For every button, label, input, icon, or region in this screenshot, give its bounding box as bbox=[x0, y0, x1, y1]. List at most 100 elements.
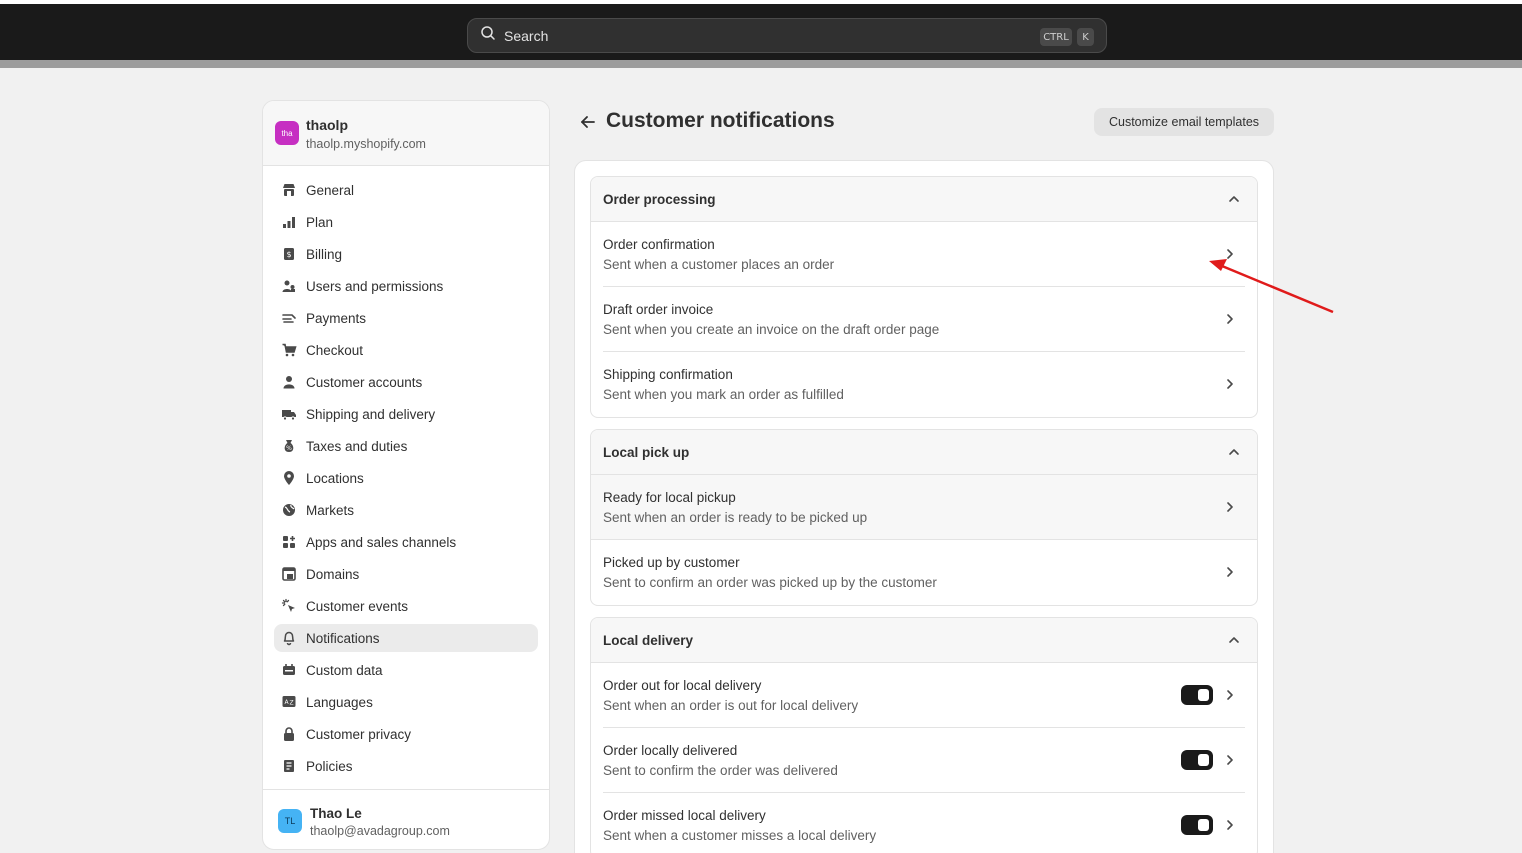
search-placeholder: Search bbox=[504, 27, 549, 44]
user-name: Thao Le bbox=[310, 806, 362, 821]
person-icon bbox=[281, 374, 297, 390]
sidebar-item-customer-events[interactable]: Customer events bbox=[274, 592, 538, 620]
notification-description: Sent when a customer misses a local deli… bbox=[603, 828, 877, 843]
sidebar-item-label: Customer privacy bbox=[306, 726, 412, 742]
sidebar-item-shipping-and-delivery[interactable]: Shipping and delivery bbox=[274, 400, 538, 428]
sidebar-item-checkout[interactable]: Checkout bbox=[274, 336, 538, 364]
notification-title: Shipping confirmation bbox=[603, 367, 733, 382]
notification-row-draft-order-invoice[interactable]: Draft order invoice Sent when you create … bbox=[603, 287, 1245, 352]
notification-description: Sent when an order is out for local deli… bbox=[603, 698, 859, 713]
chevron-right-icon[interactable] bbox=[1223, 312, 1237, 326]
sidebar-item-languages[interactable]: A Z Languages bbox=[274, 688, 538, 716]
notification-toggle[interactable] bbox=[1181, 750, 1213, 770]
group-title: Order processing bbox=[603, 192, 716, 207]
chevron-up-icon[interactable] bbox=[1227, 192, 1241, 206]
sidebar-item-label: Customer accounts bbox=[306, 374, 423, 390]
shortcut-k-key: K bbox=[1077, 28, 1094, 46]
svg-text:%: % bbox=[286, 445, 292, 452]
sidebar-item-billing[interactable]: $ Billing bbox=[274, 240, 538, 268]
sidebar-item-markets[interactable]: Markets bbox=[274, 496, 538, 524]
sidebar-item-plan[interactable]: Plan bbox=[274, 208, 538, 236]
chevron-right-icon[interactable] bbox=[1223, 247, 1237, 261]
notification-title: Order confirmation bbox=[603, 237, 715, 252]
custom-data-icon bbox=[281, 662, 297, 678]
sidebar-item-label: Customer events bbox=[306, 598, 409, 614]
sidebar-item-locations[interactable]: Locations bbox=[274, 464, 538, 492]
notification-description: Sent to confirm an order was picked up b… bbox=[603, 575, 937, 590]
bell-icon bbox=[281, 630, 297, 646]
domains-icon bbox=[281, 566, 297, 582]
apps-icon bbox=[281, 534, 297, 550]
sidebar-item-label: Billing bbox=[306, 246, 343, 262]
store-logo: tha bbox=[275, 121, 299, 145]
notification-row-order-out-for-local-delivery[interactable]: Order out for local delivery Sent when an… bbox=[603, 663, 1245, 728]
group-header[interactable]: Local pick up bbox=[591, 430, 1257, 475]
notification-title: Ready for local pickup bbox=[603, 490, 736, 505]
sidebar-item-taxes-and-duties[interactable]: % Taxes and duties bbox=[274, 432, 538, 460]
chevron-right-icon[interactable] bbox=[1223, 818, 1237, 832]
sidebar-item-policies[interactable]: Policies bbox=[274, 752, 538, 780]
notification-row-order-missed-local-delivery[interactable]: Order missed local delivery Sent when a c… bbox=[603, 793, 1245, 853]
group-header[interactable]: Order processing bbox=[591, 177, 1257, 222]
avatar: TL bbox=[278, 809, 302, 833]
notification-row-order-confirmation[interactable]: Order confirmation Sent when a customer p… bbox=[603, 222, 1245, 287]
chevron-right-icon[interactable] bbox=[1223, 753, 1237, 767]
payments-icon bbox=[281, 310, 297, 326]
notification-toggle[interactable] bbox=[1181, 815, 1213, 835]
top-bar: Search CTRL K bbox=[0, 4, 1522, 60]
tax-icon: % bbox=[281, 438, 297, 454]
chevron-right-icon[interactable] bbox=[1223, 688, 1237, 702]
back-arrow-icon[interactable] bbox=[578, 112, 598, 132]
cart-icon bbox=[281, 342, 297, 358]
notification-description: Sent when you create an invoice on the d… bbox=[603, 322, 940, 337]
sidebar-item-label: Custom data bbox=[306, 662, 383, 678]
sidebar-item-label: Checkout bbox=[306, 342, 364, 358]
sidebar-item-customer-accounts[interactable]: Customer accounts bbox=[274, 368, 538, 396]
search-input[interactable]: Search CTRL K bbox=[467, 18, 1107, 53]
notification-title: Order locally delivered bbox=[603, 743, 738, 758]
sidebar-item-label: Policies bbox=[306, 758, 353, 774]
sidebar-item-label: Plan bbox=[306, 214, 334, 230]
chevron-right-icon[interactable] bbox=[1223, 377, 1237, 391]
notification-row-ready-for-local-pickup[interactable]: Ready for local pickup Sent when an order… bbox=[591, 475, 1257, 540]
group-order-processing: Order processing Order confirmation Sent w… bbox=[590, 176, 1258, 418]
cursor-click-icon bbox=[281, 598, 297, 614]
location-pin-icon bbox=[281, 470, 297, 486]
chevron-up-icon[interactable] bbox=[1227, 445, 1241, 459]
sidebar-item-label: Payments bbox=[306, 310, 367, 326]
sidebar-item-apps-and-sales-channels[interactable]: Apps and sales channels bbox=[274, 528, 538, 556]
notification-row-order-locally-delivered[interactable]: Order locally delivered Sent to confirm t… bbox=[603, 728, 1245, 793]
store-header[interactable]: tha thaolp thaolp.myshopify.com bbox=[263, 101, 549, 166]
settings-sidebar: tha thaolp thaolp.myshopify.com General P… bbox=[262, 100, 550, 850]
customize-email-templates-button[interactable]: Customize email templates bbox=[1094, 108, 1274, 136]
sidebar-item-users-and-permissions[interactable]: Users and permissions bbox=[274, 272, 538, 300]
sidebar-item-label: Notifications bbox=[306, 630, 380, 646]
group-header[interactable]: Local delivery bbox=[591, 618, 1257, 663]
sidebar-item-custom-data[interactable]: Custom data bbox=[274, 656, 538, 684]
settings-nav: General Plan $ Billing Users and permissions… bbox=[274, 176, 538, 784]
sidebar-item-domains[interactable]: Domains bbox=[274, 560, 538, 588]
language-icon: AZ bbox=[281, 694, 297, 710]
chevron-right-icon[interactable] bbox=[1223, 565, 1237, 579]
notification-toggle[interactable] bbox=[1181, 685, 1213, 705]
sidebar-item-general[interactable]: General bbox=[274, 176, 538, 204]
plan-icon bbox=[281, 214, 297, 230]
notification-row-shipping-confirmation[interactable]: Shipping confirmation Sent when you mark … bbox=[603, 352, 1245, 417]
chevron-up-icon[interactable] bbox=[1227, 633, 1241, 647]
lock-icon bbox=[281, 726, 297, 742]
truck-icon bbox=[281, 406, 297, 422]
notification-description: Sent when an order is ready to be picked… bbox=[603, 510, 868, 525]
sidebar-item-payments[interactable]: Payments bbox=[274, 304, 538, 332]
notification-title: Order out for local delivery bbox=[603, 678, 762, 693]
sidebar-item-notifications[interactable]: Notifications bbox=[274, 624, 538, 652]
store-domain: thaolp.myshopify.com bbox=[306, 137, 426, 151]
chevron-right-icon[interactable] bbox=[1223, 500, 1237, 514]
notification-description: Sent to confirm the order was delivered bbox=[603, 763, 838, 778]
sidebar-item-label: Users and permissions bbox=[306, 278, 444, 294]
sidebar-item-label: General bbox=[306, 182, 355, 198]
sidebar-item-customer-privacy[interactable]: Customer privacy bbox=[274, 720, 538, 748]
sidebar-item-label: Apps and sales channels bbox=[306, 534, 457, 550]
notification-row-picked-up-by-customer[interactable]: Picked up by customer Sent to confirm an … bbox=[603, 540, 1245, 605]
user-footer[interactable]: TL Thao Le thaolp@avadagroup.com bbox=[263, 789, 549, 849]
notification-title: Draft order invoice bbox=[603, 302, 714, 317]
